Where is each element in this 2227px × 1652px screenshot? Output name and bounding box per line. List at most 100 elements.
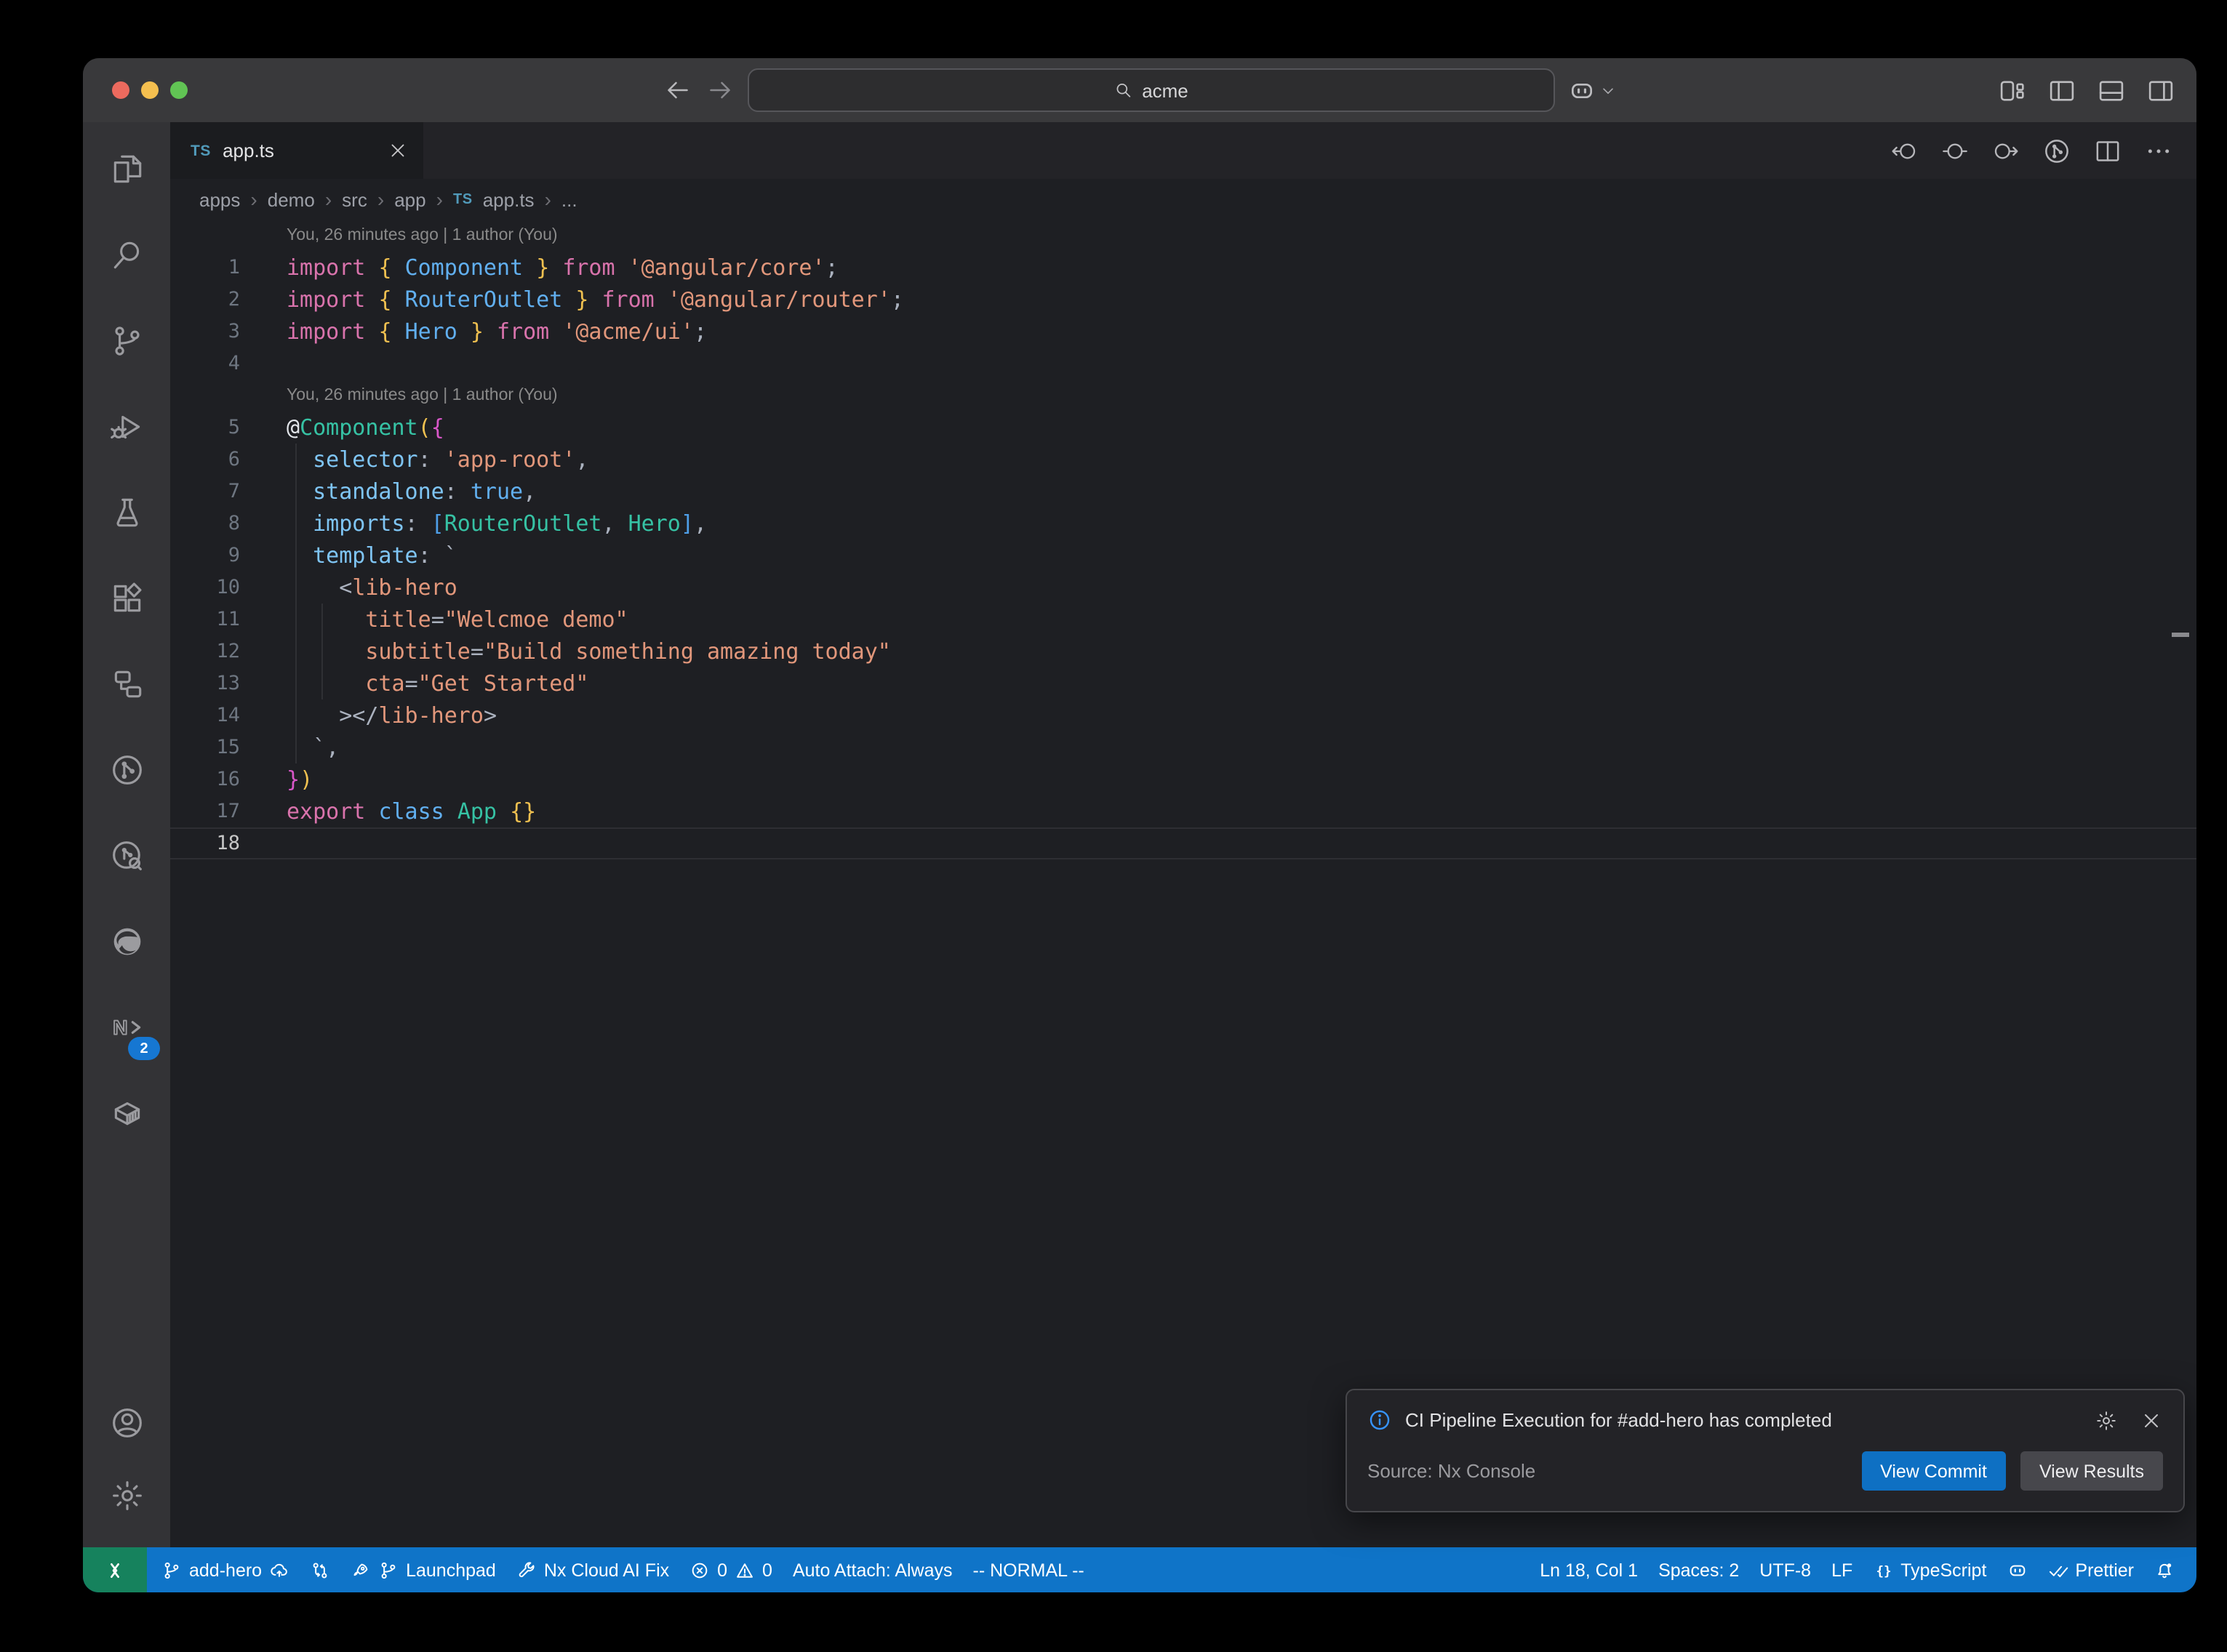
code-text: imports: [RouterOutlet, Hero], xyxy=(240,508,707,540)
history-forward-button[interactable] xyxy=(705,76,734,105)
code-line-10[interactable]: 10 <lib-hero xyxy=(170,572,2196,604)
copilot-menu-button[interactable] xyxy=(1567,76,1617,104)
line-number[interactable]: 9 xyxy=(170,540,240,572)
window-close-button[interactable] xyxy=(112,81,129,99)
code-line-8[interactable]: 8 imports: [RouterOutlet, Hero], xyxy=(170,508,2196,540)
breadcrumb-item-app[interactable]: app xyxy=(394,188,425,210)
line-number[interactable]: 7 xyxy=(170,476,240,508)
sidebar-item-nx-console[interactable]: N2 xyxy=(92,989,161,1064)
source-control-graph-icon[interactable] xyxy=(2042,136,2071,165)
code-line-2[interactable]: 2import { RouterOutlet } from '@angular/… xyxy=(170,284,2196,316)
notification-close-icon[interactable] xyxy=(2140,1408,2163,1432)
line-number[interactable]: 18 xyxy=(170,827,240,859)
status-item-indentation[interactable]: Spaces: 2 xyxy=(1648,1547,1749,1592)
status-item-branch-publish[interactable]: add-hero xyxy=(151,1547,300,1592)
line-number[interactable]: 14 xyxy=(170,699,240,731)
line-number[interactable]: 17 xyxy=(170,795,240,827)
status-item-formatter-prettier[interactable]: Prettier xyxy=(2037,1547,2144,1592)
toggle-panel-button[interactable] xyxy=(2096,75,2127,105)
line-number[interactable]: 1 xyxy=(170,252,240,284)
status-item-launchpad[interactable]: Launchpad xyxy=(340,1547,506,1592)
status-item-copilot[interactable] xyxy=(1996,1547,2037,1592)
code-line-3[interactable]: 3import { Hero } from '@acme/ui'; xyxy=(170,316,2196,348)
line-number[interactable]: 13 xyxy=(170,667,240,699)
more-actions-button[interactable] xyxy=(2144,136,2173,165)
view-commit-button[interactable]: View Commit xyxy=(1861,1451,2006,1491)
status-item-vim-mode[interactable]: -- NORMAL -- xyxy=(963,1547,1095,1592)
code-line-16[interactable]: 16}) xyxy=(170,763,2196,795)
command-center-search[interactable]: acme xyxy=(747,68,1554,112)
navigate-back-icon[interactable] xyxy=(1890,136,1919,165)
sidebar-item-references[interactable] xyxy=(92,646,161,721)
sidebar-item-extensions[interactable] xyxy=(92,560,161,635)
line-number[interactable]: 4 xyxy=(170,348,240,380)
code-line-5[interactable]: 5@Component({ xyxy=(170,412,2196,444)
breadcrumb-item-apps[interactable]: apps xyxy=(199,188,240,210)
navigate-position-icon[interactable] xyxy=(1940,136,1970,165)
tab-app-ts[interactable]: TS app.ts xyxy=(170,122,423,179)
sidebar-item-source-control[interactable] xyxy=(92,302,161,378)
line-number[interactable]: 11 xyxy=(170,604,240,635)
sidebar-item-containers[interactable] xyxy=(92,1075,161,1150)
status-item-auto-attach[interactable]: Auto Attach: Always xyxy=(783,1547,963,1592)
search-icon xyxy=(108,236,145,273)
sidebar-item-accounts[interactable] xyxy=(92,1390,161,1454)
line-number[interactable]: 10 xyxy=(170,572,240,604)
line-number[interactable]: 2 xyxy=(170,284,240,316)
breadcrumb-item-file[interactable]: app.ts xyxy=(483,188,535,210)
split-editor-button[interactable] xyxy=(2093,136,2122,165)
navigate-forward-icon[interactable] xyxy=(1991,136,2020,165)
breadcrumb-item-demo[interactable]: demo xyxy=(268,188,315,210)
line-number[interactable]: 3 xyxy=(170,316,240,348)
sidebar-item-explorer[interactable] xyxy=(92,131,161,206)
status-item-language-mode[interactable]: {}TypeScript xyxy=(1863,1547,1996,1592)
sidebar-item-testing[interactable] xyxy=(92,474,161,550)
code-line-1[interactable]: 1import { Component } from '@angular/cor… xyxy=(170,252,2196,284)
indent-guide xyxy=(321,604,323,699)
toggle-secondary-sidebar-button[interactable] xyxy=(2146,75,2176,105)
sidebar-item-settings[interactable] xyxy=(92,1463,161,1527)
status-item-cursor-position[interactable]: Ln 18, Col 1 xyxy=(1530,1547,1648,1592)
status-item-git-compare[interactable] xyxy=(300,1547,340,1592)
status-item-nx-cloud-ai-fix[interactable]: Nx Cloud AI Fix xyxy=(506,1547,679,1592)
line-number[interactable]: 15 xyxy=(170,731,240,763)
line-number[interactable]: 6 xyxy=(170,444,240,476)
history-back-button[interactable] xyxy=(663,76,692,105)
window-minimize-button[interactable] xyxy=(141,81,159,99)
code-line-6[interactable]: 6 selector: 'app-root', xyxy=(170,444,2196,476)
code-line-13[interactable]: 13 cta="Get Started" xyxy=(170,667,2196,699)
status-item-notifications-bell[interactable] xyxy=(2144,1547,2185,1592)
toggle-primary-sidebar-button[interactable] xyxy=(2047,75,2077,105)
view-results-button[interactable]: View Results xyxy=(2020,1451,2163,1491)
notification-settings-gear-icon[interactable] xyxy=(2095,1408,2118,1432)
sidebar-item-commit-search[interactable] xyxy=(92,817,161,893)
sidebar-item-browser-preview[interactable] xyxy=(92,903,161,979)
window-zoom-button[interactable] xyxy=(170,81,188,99)
code-line-9[interactable]: 9 template: ` xyxy=(170,540,2196,572)
code-line-18[interactable]: 18 xyxy=(170,827,2196,859)
line-number[interactable]: 5 xyxy=(170,412,240,444)
code-editor[interactable]: You, 26 minutes ago | 1 author (You)1imp… xyxy=(170,220,2196,1547)
sidebar-item-run-and-debug[interactable] xyxy=(92,388,161,464)
code-line-14[interactable]: 14 ></lib-hero> xyxy=(170,699,2196,731)
code-line-12[interactable]: 12 subtitle="Build something amazing tod… xyxy=(170,635,2196,667)
sidebar-item-search[interactable] xyxy=(92,217,161,292)
sidebar-item-source-control-graph[interactable] xyxy=(92,731,161,807)
code-line-15[interactable]: 15 `, xyxy=(170,731,2196,763)
code-line-4[interactable]: 4 xyxy=(170,348,2196,380)
close-tab-button[interactable] xyxy=(387,140,409,161)
line-number[interactable]: 8 xyxy=(170,508,240,540)
status-item-encoding[interactable]: UTF-8 xyxy=(1749,1547,1821,1592)
customize-layout-button[interactable] xyxy=(1997,75,2028,105)
code-line-11[interactable]: 11 title="Welcmoe demo" xyxy=(170,604,2196,635)
breadcrumb-symbols[interactable]: ... xyxy=(561,188,577,210)
line-number[interactable]: 12 xyxy=(170,635,240,667)
breadcrumb-item-src[interactable]: src xyxy=(342,188,367,210)
line-number[interactable]: 16 xyxy=(170,763,240,795)
remote-indicator[interactable] xyxy=(83,1547,147,1592)
status-item-problems[interactable]: 00 xyxy=(679,1547,783,1592)
code-line-17[interactable]: 17export class App {} xyxy=(170,795,2196,827)
status-item-eol[interactable]: LF xyxy=(1821,1547,1863,1592)
code-line-7[interactable]: 7 standalone: true, xyxy=(170,476,2196,508)
notification-source: Source: Nx Console xyxy=(1367,1460,1847,1482)
